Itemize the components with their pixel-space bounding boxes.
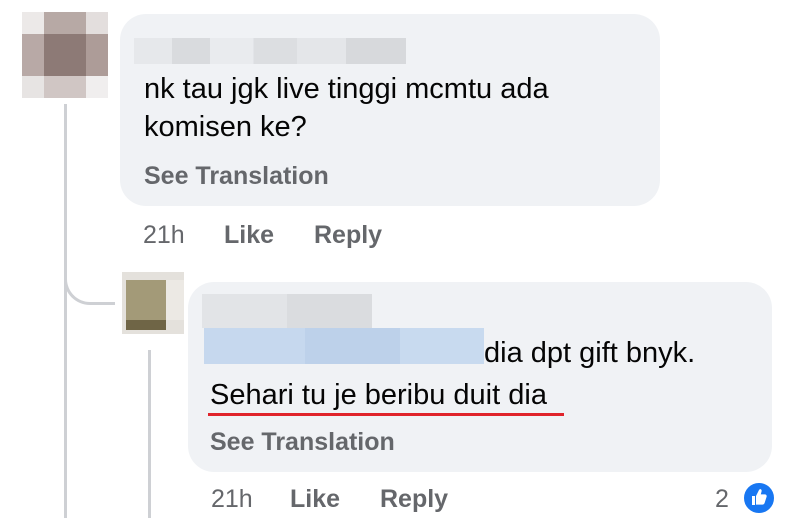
reply-text-rest: dia [500,379,547,411]
reply-text-blurred [204,328,484,364]
reply-author-name-blurred[interactable] [202,294,372,328]
comment-text-line-2: komisen ke? [144,111,307,143]
reply-like-button[interactable]: Like [290,485,340,514]
comment-bubble: nk tau jgk live tinggi mcmtu ada komisen… [120,14,660,206]
reply-text-underlined: Sehari tu je beribu duit [210,379,501,411]
reply-timestamp[interactable]: 21h [211,485,253,514]
thumbs-up-icon[interactable] [742,481,776,515]
avatar[interactable] [22,12,108,98]
commenter-name-blurred[interactable] [134,38,406,64]
reply-thread-line [148,350,151,518]
like-button[interactable]: Like [224,221,274,250]
reply-bubble: dia dpt gift bnyk. Sehari tu je beribu d… [188,282,772,472]
see-translation-link[interactable]: See Translation [144,162,329,191]
reply-text-line-2: Sehari tu je beribu duit dia [210,376,547,415]
reply-reply-button[interactable]: Reply [380,485,448,514]
comment-text-line-1: nk tau jgk live tinggi mcmtu ada [144,73,549,105]
red-underline-annotation [208,413,564,416]
reply-see-translation-link[interactable]: See Translation [210,428,395,457]
reaction-count[interactable]: 2 [715,485,729,514]
thread-line-branch [64,258,115,305]
reply-text-line-1: dia dpt gift bnyk. [484,337,696,369]
thread-line-vertical [64,104,67,518]
comment-timestamp[interactable]: 21h [143,221,185,250]
reply-button[interactable]: Reply [314,221,382,250]
reply-avatar[interactable] [122,272,184,334]
